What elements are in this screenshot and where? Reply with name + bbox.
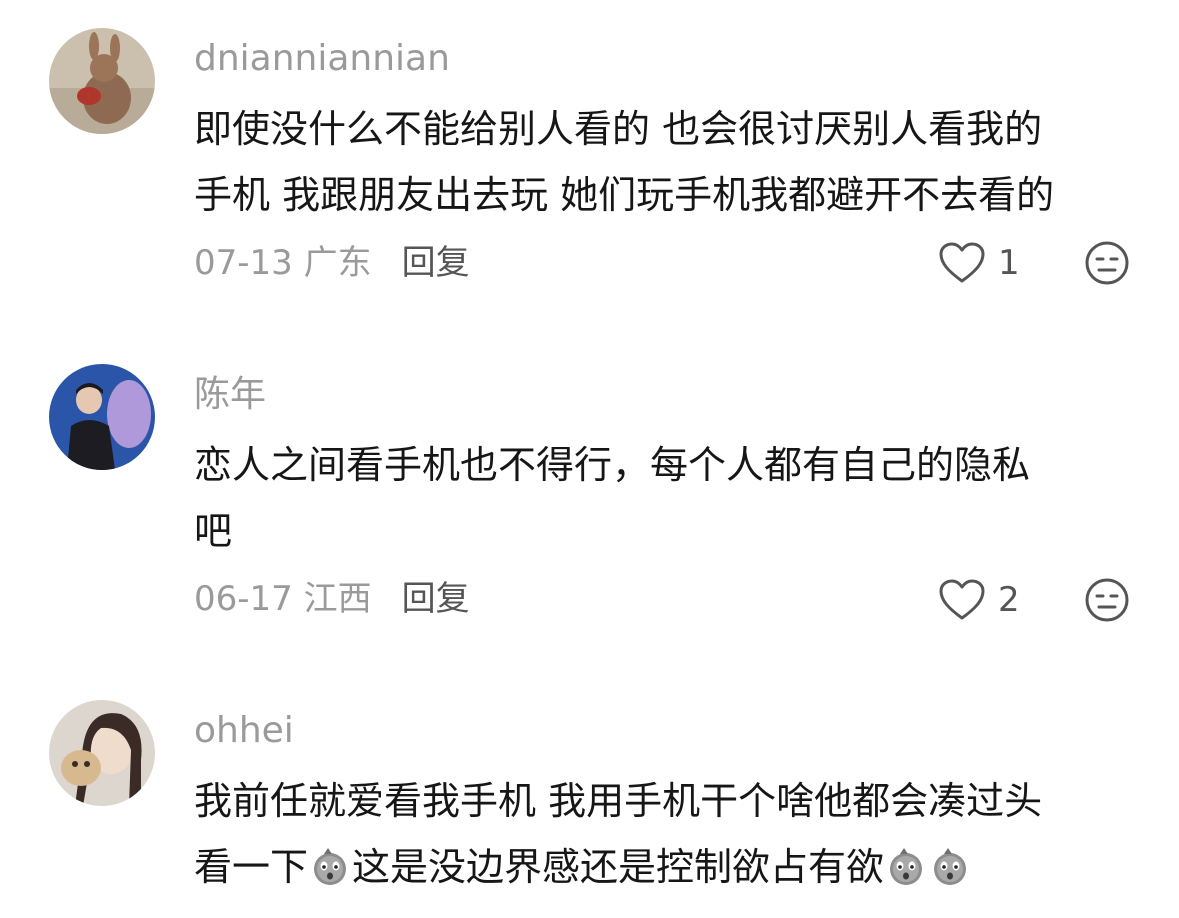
neutral-face-icon <box>1085 241 1129 285</box>
username[interactable]: dnianniannian <box>194 38 450 80</box>
username[interactable]: 陈年 <box>194 374 266 416</box>
avatar[interactable] <box>49 700 155 806</box>
comment-meta: 06-17 江西 回复 <box>194 578 470 620</box>
dislike-button[interactable] <box>1084 577 1130 627</box>
like-count: 2 <box>998 580 1020 620</box>
shocked-potato-emoji <box>934 848 967 885</box>
like-count: 1 <box>998 243 1020 283</box>
comment-meta: 07-13 广东 回复 <box>194 242 470 284</box>
comment-text-segment: 看一下 <box>194 845 309 889</box>
date-location: 06-17 江西 <box>194 579 372 619</box>
bottom-edge <box>0 906 1179 918</box>
comment-text-line: 我前任就爱看我手机 我用手机干个啥他都会凑过头 <box>194 779 1043 823</box>
comment-text-line: 吧 <box>194 509 233 553</box>
comment-text-line: 即使没什么不能给别人看的 也会很讨厌别人看我的 <box>194 107 1043 151</box>
like-button[interactable]: 2 <box>938 577 1020 623</box>
comment-text-line: 看一下 这是没边界感还是控制欲占有欲 <box>194 844 972 890</box>
avatar[interactable] <box>49 364 155 470</box>
comment-text-line: 恋人之间看手机也不得行，每个人都有自己的隐私 <box>194 443 1031 487</box>
comment-text-line: 手机 我跟朋友出去玩 她们玩手机我都避开不去看的 <box>194 173 1055 217</box>
shocked-potato-emoji <box>890 848 923 885</box>
avatar[interactable] <box>49 28 155 134</box>
like-button[interactable]: 1 <box>938 240 1020 286</box>
heart-outline-icon <box>939 242 985 283</box>
username[interactable]: ohhei <box>194 710 294 752</box>
dislike-button[interactable] <box>1084 240 1130 290</box>
neutral-face-icon <box>1085 578 1129 622</box>
comment-text-segment: 这是没边界感还是控制欲占有欲 <box>352 845 885 889</box>
reply-button[interactable]: 回复 <box>402 579 470 619</box>
date-location: 07-13 广东 <box>194 243 372 283</box>
heart-outline-icon <box>939 579 985 620</box>
shocked-potato-emoji <box>314 848 347 885</box>
reply-button[interactable]: 回复 <box>402 243 470 283</box>
